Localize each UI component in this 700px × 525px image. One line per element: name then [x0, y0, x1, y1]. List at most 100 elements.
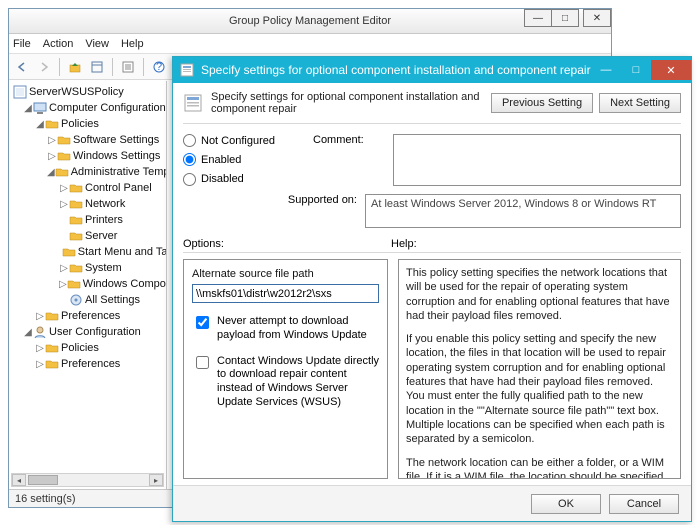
- folder-icon: [69, 213, 83, 227]
- never-wu-checkbox[interactable]: [196, 316, 209, 329]
- menu-action[interactable]: Action: [43, 38, 74, 50]
- wsus-checkbox[interactable]: [196, 356, 209, 369]
- alt-source-input[interactable]: [192, 284, 379, 303]
- menu-view[interactable]: View: [85, 38, 109, 50]
- folder-icon: [45, 117, 59, 131]
- tree-user-conf[interactable]: ◢ User Configuration: [13, 324, 166, 340]
- tree-preferences[interactable]: ▷Preferences: [13, 308, 166, 324]
- toolbar-forward-button[interactable]: [35, 58, 53, 76]
- tree-system[interactable]: ▷System: [13, 260, 166, 276]
- supported-on-text: At least Windows Server 2012, Windows 8 …: [365, 194, 681, 228]
- user-icon: [33, 325, 47, 339]
- expand-icon[interactable]: ▷: [35, 343, 45, 354]
- radio-enabled-input[interactable]: [183, 153, 196, 166]
- toolbar-properties-button[interactable]: [119, 58, 137, 76]
- tree-startmenu[interactable]: Start Menu and Taskbar: [13, 244, 166, 260]
- expand-icon[interactable]: ▷: [35, 311, 45, 322]
- expand-icon[interactable]: ▷: [47, 135, 57, 146]
- expand-icon[interactable]: ▷: [59, 279, 67, 290]
- menu-help[interactable]: Help: [121, 38, 144, 50]
- radio-not-configured-input[interactable]: [183, 134, 196, 147]
- options-header: Options:: [183, 238, 391, 250]
- tree-comp-conf[interactable]: ◢ Computer Configuration: [13, 100, 166, 116]
- tree-policies[interactable]: ◢ Policies: [13, 116, 166, 132]
- tree-windows[interactable]: ▷ Windows Settings: [13, 148, 166, 164]
- folder-icon: [69, 261, 83, 275]
- policy-setting-dialog: Specify settings for optional component …: [172, 56, 692, 522]
- folder-icon: [69, 181, 83, 195]
- dialog-header-row: Specify settings for optional component …: [183, 91, 681, 124]
- tree-server[interactable]: Server: [13, 228, 166, 244]
- folder-icon: [69, 229, 83, 243]
- tree-wincompo[interactable]: ▷Windows Components: [13, 276, 166, 292]
- cancel-button[interactable]: Cancel: [609, 494, 679, 514]
- comment-textarea[interactable]: [393, 134, 681, 186]
- policy-state-block: Not Configured Comment: Enabled Disabled: [183, 134, 681, 186]
- folder-icon: [55, 165, 69, 179]
- expand-icon[interactable]: ▷: [59, 263, 69, 274]
- editor-menubar: File Action View Help: [9, 34, 611, 54]
- radio-disabled-input[interactable]: [183, 173, 196, 186]
- dialog-subtitle: Specify settings for optional component …: [211, 91, 483, 115]
- collapse-icon[interactable]: ◢: [35, 119, 45, 130]
- toolbar-separator: [112, 58, 113, 76]
- radio-not-configured[interactable]: Not Configured: [183, 134, 303, 147]
- dialog-titlebar[interactable]: Specify settings for optional component …: [173, 57, 691, 83]
- editor-close-button[interactable]: ✕: [583, 9, 611, 27]
- scroll-right-button[interactable]: ▸: [149, 474, 163, 486]
- folder-icon: [45, 357, 59, 371]
- help-pane[interactable]: This policy setting specifies the networ…: [398, 259, 681, 479]
- tree-preferences2[interactable]: ▷Preferences: [13, 356, 166, 372]
- never-wu-label[interactable]: Never attempt to download payload from W…: [217, 315, 379, 343]
- ok-button[interactable]: OK: [531, 494, 601, 514]
- editor-window-buttons: — □ ✕: [525, 9, 611, 27]
- settings-icon: [69, 293, 83, 307]
- collapse-icon[interactable]: ◢: [23, 327, 33, 338]
- collapse-icon[interactable]: ◢: [23, 103, 33, 114]
- collapse-icon[interactable]: ◢: [47, 167, 55, 178]
- dialog-minimize-button[interactable]: —: [591, 60, 621, 80]
- folder-icon: [45, 309, 59, 323]
- policy-tree[interactable]: ServerWSUSPolicy ◢ Computer Configuratio…: [9, 81, 166, 375]
- expand-icon[interactable]: ▷: [35, 359, 45, 370]
- editor-maximize-button[interactable]: □: [551, 9, 579, 27]
- scroll-thumb[interactable]: [28, 475, 58, 485]
- tree-printers[interactable]: Printers: [13, 212, 166, 228]
- scroll-left-button[interactable]: ◂: [12, 474, 26, 486]
- menu-file[interactable]: File: [13, 38, 31, 50]
- tree-control-panel[interactable]: ▷Control Panel: [13, 180, 166, 196]
- tree-network[interactable]: ▷Network: [13, 196, 166, 212]
- editor-minimize-button[interactable]: —: [524, 9, 552, 27]
- toolbar-show-button[interactable]: [88, 58, 106, 76]
- options-pane: Alternate source file path Never attempt…: [183, 259, 388, 479]
- supported-on-label: Supported on:: [183, 194, 357, 228]
- editor-titlebar: Group Policy Management Editor — □ ✕: [9, 9, 611, 34]
- policy-tree-pane[interactable]: ServerWSUSPolicy ◢ Computer Configuratio…: [9, 81, 167, 489]
- tree-policies2[interactable]: ▷Policies: [13, 340, 166, 356]
- toolbar-up-button[interactable]: [66, 58, 84, 76]
- expand-icon[interactable]: ▷: [59, 183, 69, 194]
- help-paragraph: If you enable this policy setting and sp…: [406, 332, 673, 446]
- dialog-maximize-button[interactable]: □: [621, 60, 651, 80]
- tree-software[interactable]: ▷ Software Settings: [13, 132, 166, 148]
- folder-icon: [62, 245, 76, 259]
- radio-disabled[interactable]: Disabled: [183, 173, 303, 186]
- tree-root[interactable]: ServerWSUSPolicy: [13, 84, 166, 100]
- folder-icon: [45, 341, 59, 355]
- dialog-close-button[interactable]: ✕: [651, 60, 691, 80]
- toolbar-help-button[interactable]: ?: [150, 58, 168, 76]
- help-paragraph: The network location can be either a fol…: [406, 456, 673, 479]
- tree-horizontal-scrollbar[interactable]: ◂ ▸: [11, 473, 164, 487]
- tree-allsettings[interactable]: All Settings: [13, 292, 166, 308]
- previous-setting-button[interactable]: Previous Setting: [491, 93, 593, 113]
- toolbar-back-button[interactable]: [13, 58, 31, 76]
- expand-icon[interactable]: ▷: [47, 151, 57, 162]
- options-help-columns: Alternate source file path Never attempt…: [183, 259, 681, 479]
- radio-enabled[interactable]: Enabled: [183, 153, 303, 166]
- expand-icon[interactable]: ▷: [59, 199, 69, 210]
- wsus-label[interactable]: Contact Windows Update directly to downl…: [217, 355, 379, 410]
- tree-admin-templates[interactable]: ◢ Administrative Templates: [13, 164, 166, 180]
- next-setting-button[interactable]: Next Setting: [599, 93, 681, 113]
- folder-icon: [69, 197, 83, 211]
- supported-on-row: Supported on: At least Windows Server 20…: [183, 194, 681, 228]
